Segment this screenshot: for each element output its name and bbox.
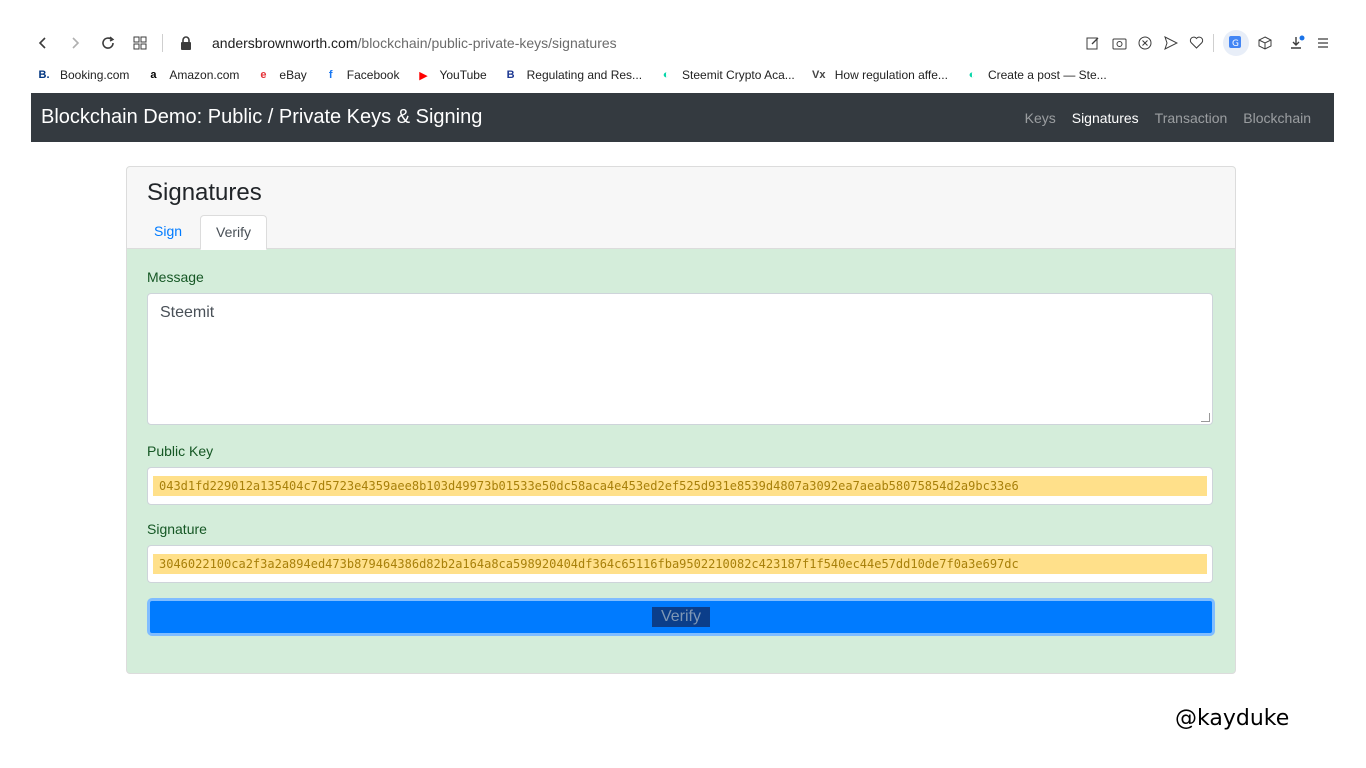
toolbar-divider bbox=[162, 34, 163, 52]
toolbar-divider bbox=[1213, 34, 1214, 52]
bookmark-item[interactable]: ◐ Create a post — Ste... bbox=[964, 67, 1107, 83]
forward-icon[interactable] bbox=[64, 32, 86, 54]
bookmark-label: Regulating and Res... bbox=[526, 68, 643, 82]
app-navbar: Blockchain Demo: Public / Private Keys &… bbox=[31, 93, 1334, 142]
nav-link-transaction[interactable]: Transaction bbox=[1155, 110, 1228, 126]
download-icon[interactable] bbox=[1286, 32, 1308, 54]
back-icon[interactable] bbox=[32, 32, 54, 54]
resize-handle-icon[interactable] bbox=[1201, 413, 1210, 422]
block-icon[interactable] bbox=[1134, 32, 1156, 54]
lock-icon[interactable] bbox=[175, 32, 197, 54]
heart-icon[interactable] bbox=[1185, 32, 1207, 54]
bookmark-item[interactable]: f Facebook bbox=[323, 67, 400, 83]
public-key-input[interactable]: 043d1fd229012a135404c7d5723e4359aee8b103… bbox=[147, 467, 1213, 505]
watermark-text: @kayduke bbox=[1175, 706, 1290, 731]
public-key-label: Public Key bbox=[147, 443, 214, 459]
bookmark-item[interactable]: ▶ YouTube bbox=[415, 67, 486, 83]
ebay-icon: e bbox=[260, 69, 267, 81]
navbar-links: Keys Signatures Transaction Blockchain bbox=[1009, 110, 1311, 126]
bookmark-item[interactable]: B Regulating and Res... bbox=[503, 67, 642, 83]
menu-icon[interactable] bbox=[1312, 32, 1334, 54]
signature-label: Signature bbox=[147, 521, 207, 537]
bookmark-label: Amazon.com bbox=[169, 68, 240, 82]
nav-link-keys[interactable]: Keys bbox=[1025, 110, 1056, 126]
svg-text:G: G bbox=[1232, 39, 1239, 49]
nav-link-signatures[interactable]: Signatures bbox=[1072, 110, 1139, 126]
camera-icon[interactable] bbox=[1108, 32, 1130, 54]
message-label: Message bbox=[147, 269, 204, 285]
bookmark-label: eBay bbox=[279, 68, 307, 82]
bookmark-label: Booking.com bbox=[60, 68, 130, 82]
reload-icon[interactable] bbox=[97, 32, 119, 54]
url-path: /blockchain/public-private-keys/signatur… bbox=[357, 35, 617, 51]
message-textarea[interactable]: Steemit bbox=[147, 293, 1213, 425]
page-title: Signatures bbox=[147, 179, 262, 206]
tab-verify[interactable]: Verify bbox=[200, 215, 268, 250]
vox-icon: Vx bbox=[812, 69, 826, 81]
message-value: Steemit bbox=[160, 304, 215, 321]
bookmark-item[interactable]: e eBay bbox=[255, 67, 306, 83]
card-header: Signatures Sign Verify bbox=[127, 167, 1235, 250]
signatures-card: Signatures Sign Verify Message Steemit P… bbox=[126, 166, 1236, 674]
steemit-icon: ◐ bbox=[968, 69, 976, 81]
bookmark-item[interactable]: B. Booking.com bbox=[36, 67, 130, 83]
edit-icon[interactable] bbox=[1082, 32, 1104, 54]
bookmark-label: Facebook bbox=[346, 68, 400, 82]
url-host: andersbrownworth.com bbox=[212, 35, 358, 51]
amazon-icon: a bbox=[150, 69, 157, 81]
nav-link-blockchain[interactable]: Blockchain bbox=[1243, 110, 1311, 126]
bookmark-item[interactable]: ◐ Steemit Crypto Aca... bbox=[658, 67, 795, 83]
navbar-brand[interactable]: Blockchain Demo: Public / Private Keys &… bbox=[41, 106, 482, 129]
bookmark-item[interactable]: a Amazon.com bbox=[145, 67, 239, 83]
browser-toolbar: andersbrownworth.com/blockchain/public-p… bbox=[30, 28, 1340, 58]
tab-grid-icon[interactable] bbox=[129, 32, 151, 54]
translate-icon[interactable]: G bbox=[1223, 30, 1249, 56]
bookmark-label: How regulation affe... bbox=[834, 68, 948, 82]
bookmark-label: Create a post — Ste... bbox=[987, 68, 1107, 82]
send-icon[interactable] bbox=[1160, 32, 1182, 54]
signature-input[interactable]: 3046022100ca2f3a2a894ed473b879464386d82b… bbox=[147, 545, 1213, 583]
public-key-value: 043d1fd229012a135404c7d5723e4359aee8b103… bbox=[153, 476, 1207, 496]
facebook-icon: f bbox=[328, 69, 333, 81]
bookmark-item[interactable]: Vx How regulation affe... bbox=[811, 67, 948, 83]
steemit-icon: ◐ bbox=[662, 69, 670, 81]
verify-button-label: Verify bbox=[651, 607, 710, 627]
bookmark-label: YouTube bbox=[439, 68, 487, 82]
tab-sign[interactable]: Sign bbox=[139, 215, 197, 248]
booking-icon: B. bbox=[38, 69, 50, 81]
address-bar[interactable]: andersbrownworth.com/blockchain/public-p… bbox=[212, 35, 617, 51]
bookmark-b-icon: B bbox=[506, 69, 515, 81]
cube-icon[interactable] bbox=[1254, 32, 1276, 54]
bookmark-label: Steemit Crypto Aca... bbox=[682, 68, 795, 82]
youtube-icon: ▶ bbox=[419, 69, 428, 82]
signature-value: 3046022100ca2f3a2a894ed473b879464386d82b… bbox=[153, 554, 1207, 574]
verify-button[interactable]: Verify bbox=[147, 598, 1215, 636]
bookmarks-bar: B. Booking.com a Amazon.com e eBay f Facebook ▶ Y… bbox=[36, 64, 1123, 86]
